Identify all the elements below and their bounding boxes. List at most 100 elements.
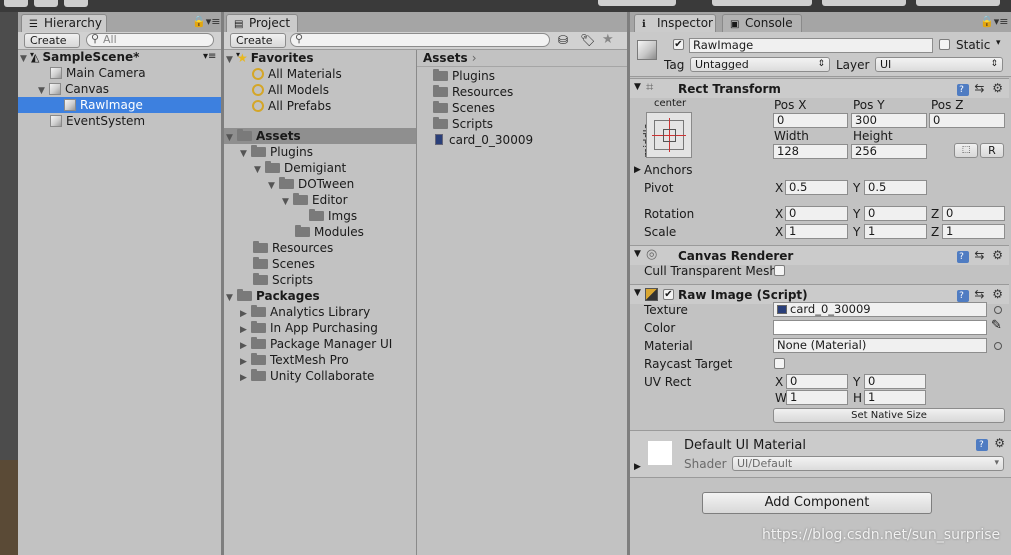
add-component-button[interactable]: Add Component: [702, 492, 932, 514]
expand-arrow-icon[interactable]: ▶: [240, 370, 251, 386]
package-item[interactable]: ▶ TextMesh Pro: [240, 352, 349, 368]
anchor-presets-button[interactable]: [646, 112, 692, 158]
tab-project[interactable]: ▤ Project: [226, 14, 298, 32]
width-field[interactable]: 128: [773, 144, 848, 159]
component-header-icons[interactable]: ? ⚙: [976, 436, 1007, 451]
posy-field[interactable]: 300: [851, 113, 927, 128]
pivot-y-field[interactable]: 0.5: [864, 180, 927, 195]
expand-arrow-icon[interactable]: ▼: [226, 52, 237, 68]
asset-folder[interactable]: Plugins: [433, 68, 495, 84]
presets-icon[interactable]: ⇆: [974, 287, 986, 301]
breadcrumb[interactable]: Assets ›: [423, 50, 477, 66]
hierarchy-item-main-camera[interactable]: Main Camera: [18, 65, 221, 81]
gear-icon[interactable]: ⚙: [992, 248, 1005, 262]
static-checkbox[interactable]: [939, 39, 950, 50]
tree-folder[interactable]: ▼ Demigiant: [254, 160, 346, 176]
layout-button[interactable]: [916, 0, 1000, 6]
hierarchy-item-canvas[interactable]: ▼ Canvas: [18, 81, 221, 97]
anchors-label[interactable]: Anchors: [644, 163, 693, 177]
expand-arrow-icon[interactable]: ▼: [282, 194, 293, 210]
tab-inspector[interactable]: ℹ Inspector: [634, 14, 716, 32]
uv-h-field[interactable]: 1: [864, 390, 926, 405]
raw-image-header[interactable]: ▼ ✔ Raw Image (Script) ? ⇆ ⚙: [630, 284, 1009, 304]
height-field[interactable]: 256: [851, 144, 927, 159]
package-item[interactable]: ▶ Unity Collaborate: [240, 368, 374, 384]
tree-folder[interactable]: Imgs: [309, 208, 357, 224]
favorite-star-icon[interactable]: ★: [602, 32, 614, 47]
packages-header[interactable]: ▼ Packages: [226, 288, 320, 304]
object-picker-icon[interactable]: [994, 342, 1002, 350]
scale-z-field[interactable]: 1: [942, 224, 1005, 239]
posz-field[interactable]: 0: [929, 113, 1005, 128]
assets-header[interactable]: ▼ Assets: [224, 128, 416, 144]
rot-x-field[interactable]: 0: [785, 206, 848, 221]
scene-menu-icon[interactable]: ▾≡: [203, 49, 216, 65]
raycast-checkbox[interactable]: [774, 358, 785, 369]
canvas-renderer-header[interactable]: ▼ ◎ Canvas Renderer ? ⇆ ⚙: [630, 245, 1009, 265]
active-checkbox[interactable]: ✔: [673, 39, 684, 50]
filter-by-label-icon[interactable]: 🏷: [580, 33, 595, 47]
tab-hierarchy[interactable]: ☰ Hierarchy: [21, 14, 107, 32]
asset-folder[interactable]: Scripts: [433, 116, 493, 132]
tree-folder[interactable]: ▼ Editor: [282, 192, 348, 208]
expand-arrow-icon[interactable]: ▼: [240, 146, 251, 162]
texture-field[interactable]: card_0_30009: [773, 302, 987, 317]
blueprint-mode-button[interactable]: ⬚: [954, 143, 978, 158]
tree-folder[interactable]: Scripts: [253, 272, 313, 288]
filter-by-type-icon[interactable]: ⛁: [558, 33, 568, 47]
expand-arrow-icon[interactable]: ▼: [226, 290, 237, 306]
uv-y-field[interactable]: 0: [864, 374, 926, 389]
package-item[interactable]: ▶ In App Purchasing: [240, 320, 378, 336]
hierarchy-item-eventsystem[interactable]: EventSystem: [18, 113, 221, 129]
object-name-field[interactable]: RawImage: [689, 38, 933, 53]
eyedropper-icon[interactable]: ✎: [991, 318, 1002, 333]
expand-arrow-icon[interactable]: ▼: [254, 162, 265, 178]
raw-edit-button[interactable]: R: [980, 143, 1004, 158]
layers-button[interactable]: [822, 0, 906, 6]
help-icon[interactable]: ?: [956, 84, 969, 96]
chevron-down-icon[interactable]: ▾: [996, 38, 1001, 48]
help-icon[interactable]: ?: [956, 290, 969, 302]
help-icon[interactable]: ?: [976, 439, 989, 451]
rot-z-field[interactable]: 0: [942, 206, 1005, 221]
gear-icon[interactable]: ⚙: [992, 287, 1005, 301]
account-button[interactable]: [712, 0, 812, 6]
tree-folder[interactable]: Resources: [253, 240, 333, 256]
gear-icon[interactable]: ⚙: [994, 436, 1007, 450]
cull-checkbox[interactable]: [774, 265, 785, 276]
tree-folder[interactable]: Scenes: [253, 256, 315, 272]
expand-arrow-icon[interactable]: ▼: [634, 288, 641, 298]
hierarchy-search-input[interactable]: ⚲ All: [86, 33, 214, 47]
component-header-icons[interactable]: ? ⇆ ⚙: [956, 81, 1005, 96]
presets-icon[interactable]: ⇆: [974, 81, 986, 95]
expand-arrow-icon[interactable]: ▼: [268, 178, 279, 194]
project-search-input[interactable]: ⚲: [290, 33, 550, 47]
raw-image-enabled-checkbox[interactable]: ✔: [663, 289, 674, 300]
tag-dropdown[interactable]: Untagged ⇕: [690, 57, 830, 72]
shader-dropdown[interactable]: UI/Default ▾: [732, 456, 1004, 471]
expand-arrow-icon[interactable]: ▼: [226, 130, 237, 146]
posx-field[interactable]: 0: [773, 113, 848, 128]
hierarchy-create-button[interactable]: Create ▾: [24, 33, 80, 59]
expand-arrow-icon[interactable]: ▼: [634, 82, 641, 92]
collab-button[interactable]: [598, 0, 676, 6]
component-header-icons[interactable]: ? ⇆ ⚙: [956, 248, 1005, 263]
scale-x-field[interactable]: 1: [785, 224, 848, 239]
rect-transform-header[interactable]: ▼ ⌗ Rect Transform ? ⇆ ⚙: [630, 78, 1009, 98]
expand-arrow-icon[interactable]: ▶: [634, 462, 641, 472]
uv-w-field[interactable]: 1: [786, 390, 848, 405]
panel-menu-icon[interactable]: 🔒▾≡: [192, 15, 220, 28]
layer-dropdown[interactable]: UI ⇕: [875, 57, 1003, 72]
rot-y-field[interactable]: 0: [864, 206, 927, 221]
pause-button[interactable]: [34, 0, 58, 7]
presets-icon[interactable]: ⇆: [974, 248, 986, 262]
gear-icon[interactable]: ⚙: [992, 81, 1005, 95]
favorite-item[interactable]: All Prefabs: [252, 98, 331, 114]
expand-arrow-icon[interactable]: ▼: [634, 249, 641, 259]
asset-texture[interactable]: card_0_30009: [435, 132, 533, 148]
material-field[interactable]: None (Material): [773, 338, 987, 353]
favorites-header[interactable]: ▼ ★ Favorites: [226, 50, 313, 66]
package-item[interactable]: ▶ Analytics Library: [240, 304, 370, 320]
scene-row[interactable]: ▼ ◭ SampleScene* ▾≡: [20, 49, 219, 65]
tab-console[interactable]: ▣ Console: [722, 14, 802, 32]
